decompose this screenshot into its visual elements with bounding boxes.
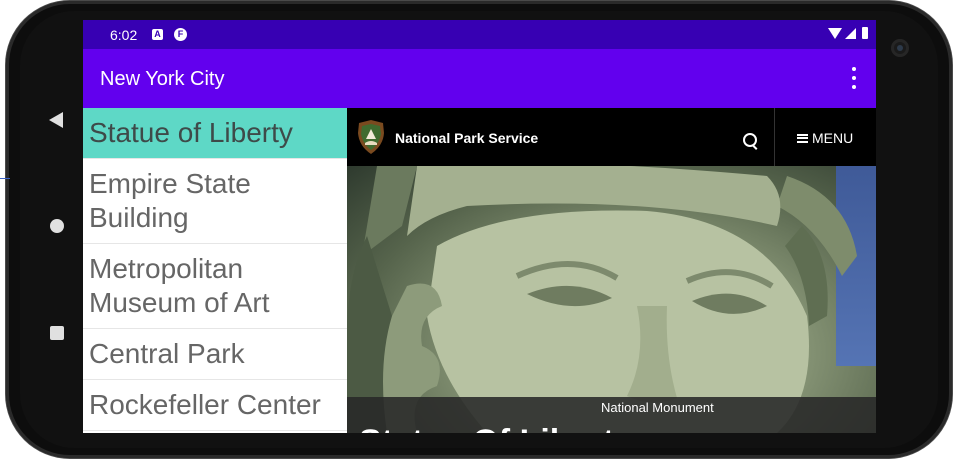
f-notification-icon: F (174, 28, 187, 41)
list-item-metropolitan-museum[interactable]: Metropolitan Museum of Art (83, 244, 347, 329)
statue-face-illustration (347, 166, 857, 433)
web-view[interactable]: National Park Service MENU National Monu… (347, 108, 876, 433)
header-divider (774, 108, 775, 166)
nps-site-title[interactable]: National Park Service (395, 130, 538, 146)
cell-signal-icon (845, 27, 856, 39)
search-icon[interactable] (743, 133, 757, 147)
list-item-empire-state-building[interactable]: Empire State Building (83, 159, 347, 244)
a-notification-icon: A (152, 29, 163, 40)
recents-icon[interactable] (50, 326, 64, 340)
back-icon[interactable] (49, 112, 63, 128)
nps-header: National Park Service MENU (347, 108, 876, 166)
hero-caption-bar: Statue Of Liberty National Monument (347, 397, 876, 433)
home-icon[interactable] (50, 219, 64, 233)
status-bar: 6:02 A F (83, 20, 876, 49)
hero-title: Statue Of Liberty (359, 423, 633, 433)
app-bar: New York City (83, 49, 876, 108)
battery-icon (862, 27, 868, 39)
edge-marker (0, 178, 10, 179)
hamburger-icon (797, 133, 808, 143)
front-camera-icon (891, 39, 909, 57)
list-item-central-park[interactable]: Central Park (83, 329, 347, 380)
hero-image: Statue Of Liberty National Monument (347, 166, 876, 433)
status-indicators (828, 27, 868, 39)
menu-button[interactable]: MENU (797, 130, 853, 146)
list-item-statue-of-liberty[interactable]: Statue of Liberty (83, 108, 347, 159)
list-item-rockefeller-center[interactable]: Rockefeller Center (83, 380, 347, 431)
wifi-icon (828, 28, 842, 39)
status-time: 6:02 (110, 27, 138, 43)
more-vert-icon[interactable] (846, 67, 862, 89)
menu-label: MENU (812, 130, 854, 146)
landmark-list: Statue of Liberty Empire State Building … (83, 108, 347, 433)
hero-subtitle: National Monument (601, 400, 714, 415)
screen: 6:02 A F New York City Statue of Liberty… (83, 20, 876, 433)
nps-arrowhead-logo[interactable] (357, 119, 385, 155)
app-title: New York City (100, 68, 225, 90)
